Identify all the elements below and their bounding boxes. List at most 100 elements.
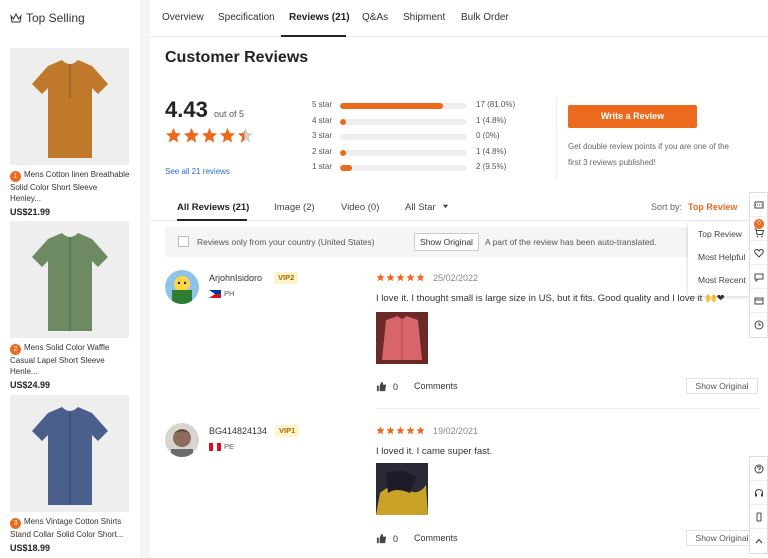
caret-down-icon [443,204,449,209]
sort-by-select[interactable]: Top Review [688,202,737,212]
rating-row-label: 4 star [312,115,333,125]
star-icon [376,426,385,435]
rating-row-count: 0 (0%) [476,131,500,140]
rating-row[interactable]: 4 star 1 (4.8%) [312,116,532,127]
rating-row[interactable]: 3 star 0 (0%) [312,131,532,142]
avatar [165,423,199,457]
product-image[interactable] [10,48,129,165]
review-stars [376,426,425,435]
help-button[interactable] [750,457,767,481]
cart-button[interactable]: 0 [750,217,767,241]
rating-row-label: 5 star [312,100,333,109]
rating-bar-track [340,118,467,125]
back-to-top-button[interactable] [750,529,767,553]
star-icon [183,127,200,143]
review-photo[interactable] [376,312,428,364]
country-filter-checkbox[interactable] [178,236,189,247]
filter-all-reviews[interactable]: All Reviews (21) [177,202,249,213]
tab-shipment[interactable]: Shipment [403,12,445,23]
product-price: US$24.99 [10,380,51,390]
star-icon [416,273,425,282]
review-text: I loved it. I came super fast. [376,446,493,457]
right-rail-bottom [749,456,768,554]
star-icon [219,127,236,143]
coupon-button[interactable] [750,193,767,217]
reviewer-name: ArjohnIsidoro [209,273,263,283]
rating-row[interactable]: 5 star 17 (81.0%) [312,100,532,111]
comments-link[interactable]: Comments [414,533,458,543]
sort-option-most-recent[interactable]: Most Recent [698,275,746,285]
sort-by-label: Sort by: [651,202,683,212]
comments-link[interactable]: Comments [414,381,458,391]
star-icon [416,426,425,435]
vip-badge: VIP1 [275,425,300,437]
out-of-label: out of 5 [214,109,245,119]
review-text: I love it. I thought small is large size… [376,293,725,304]
divider [556,96,557,180]
reviewer-country: PE [209,442,234,451]
crown-icon [10,12,22,23]
like-control[interactable]: 0 [376,533,398,544]
sort-option-most-helpful[interactable]: Most Helpful [698,252,745,262]
right-rail-top: 0 [749,192,768,338]
product-price: US$18.99 [10,543,51,553]
star-icon [386,426,395,435]
chat-button[interactable] [750,265,767,289]
like-count: 0 [393,533,399,544]
country-filter-label[interactable]: Reviews only from your country (United S… [197,237,375,247]
product-card-3[interactable]: 3 Mens Vintage Cotton Shirts Stand Collar … [10,395,130,553]
tab-reviews[interactable]: Reviews (21) [289,12,350,23]
rating-bar-track [340,165,467,171]
tab-overview[interactable]: Overview [162,12,204,23]
product-card-2[interactable]: 2 Mens Solid Color Waffle Casual Lapel Sho… [10,221,130,390]
active-tab-underline [281,35,346,37]
product-image[interactable] [10,221,129,338]
card-button[interactable] [750,289,767,313]
rating-row-label: 2 star [312,146,333,156]
rank-badge: 3 [10,518,21,529]
rating-row-count: 17 (81.0%) [476,100,516,109]
clock-icon [754,320,763,330]
filter-image[interactable]: Image (2) [274,202,315,213]
cart-count-badge: 0 [754,219,764,229]
top-selling-heading: Top Selling [10,11,85,25]
show-original-button[interactable]: Show Original [414,233,479,251]
heart-icon [753,248,764,258]
question-icon [754,464,763,473]
product-name[interactable]: 2 Mens Solid Color Waffle Casual Lapel Sho… [10,342,130,377]
product-price: US$21.99 [10,207,51,217]
product-card-1[interactable]: 1 Mens Cotton linen Breathable Solid Color… [10,48,130,217]
filter-all-star[interactable]: All Star [405,202,449,213]
page-title: Customer Reviews [165,49,309,66]
like-control[interactable]: 0 [376,381,398,392]
review-photo[interactable] [376,463,428,515]
average-score: 4.43 [165,97,208,122]
product-image[interactable] [10,395,129,512]
star-icon [396,426,405,435]
star-icon [237,127,254,143]
avatar [165,270,199,304]
wishlist-button[interactable] [750,241,767,265]
mobile-app-button[interactable] [750,505,767,529]
credit-card-icon [754,297,763,304]
history-button[interactable] [750,313,767,337]
see-all-reviews-link[interactable]: See all 21 reviews [165,167,230,176]
show-original-link[interactable]: Show Original [686,530,758,546]
support-button[interactable] [750,481,767,505]
sort-option-top-review[interactable]: Top Review [698,229,742,239]
product-name[interactable]: 3 Mens Vintage Cotton Shirts Stand Collar … [10,516,130,540]
rating-row[interactable]: 1 star 2 (9.5%) [312,162,532,173]
rating-row[interactable]: 2 star 1 (4.8%) [312,147,532,158]
product-name[interactable]: 1 Mens Cotton linen Breathable Solid Color… [10,169,130,204]
star-icon [376,273,385,282]
rating-bar-track [340,134,467,140]
tab-qas[interactable]: Q&As [362,12,388,23]
tab-specification[interactable]: Specification [218,12,275,23]
tab-bulk-order[interactable]: Bulk Order [461,12,509,23]
phone-icon [756,512,761,521]
write-review-button[interactable]: Write a Review [568,105,697,128]
coupon-icon [754,201,763,208]
filter-video[interactable]: Video (0) [341,202,379,213]
main-content: Overview Specification Reviews (21) Q&As… [150,0,768,558]
show-original-link[interactable]: Show Original [686,378,758,394]
